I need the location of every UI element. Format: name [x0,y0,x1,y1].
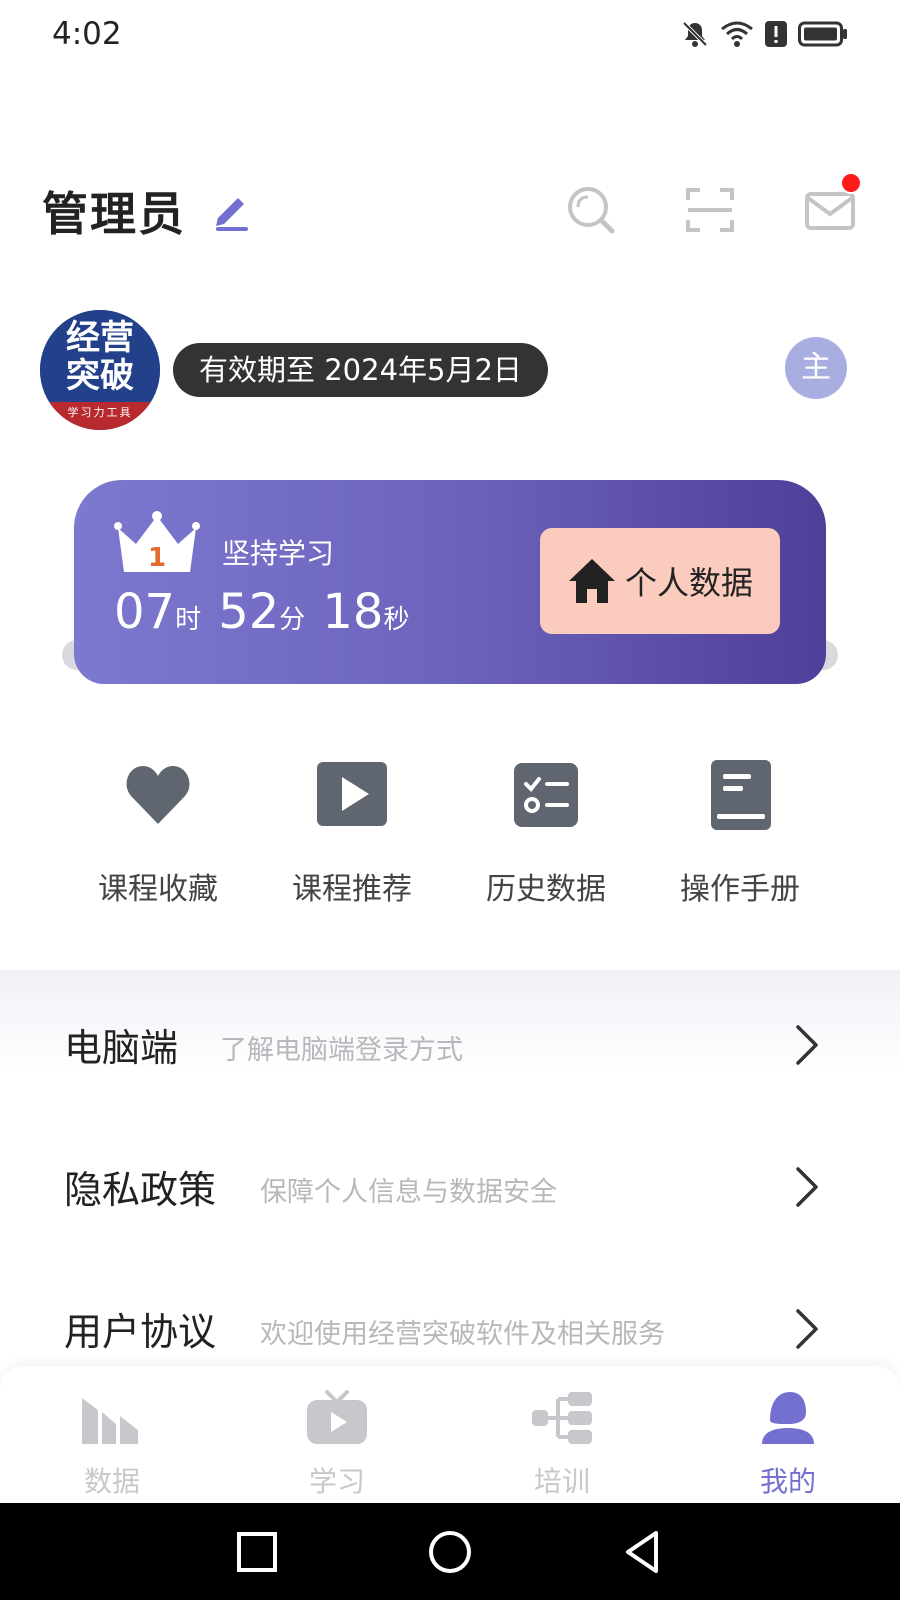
study-seconds: 18 [322,584,384,640]
tab-label: 学习 [308,1465,365,1498]
study-card: 1 坚持学习 07时 52分 18秒 个人数据 [74,480,826,684]
menu-item-title: 隐私政策 [64,1168,217,1212]
study-label: 坚持学习 [222,537,335,570]
tab-label: 我的 [759,1465,816,1498]
manual-icon [711,760,771,830]
menu-item-title: 电脑端 [64,1026,179,1070]
shortcut-label: 课程推荐 [292,872,412,907]
checklist-icon [514,763,578,827]
play-icon [317,762,387,826]
menu-item-title: 用户协议 [64,1310,217,1354]
person-icon [762,1392,814,1444]
profile-row: 经营 突破 学习力工具 有效期至 2024年5月2日 主 [0,305,900,435]
scan-icon[interactable] [684,184,736,236]
unread-badge [840,172,862,194]
hours-unit: 时 [175,605,202,635]
header: 管理员 [0,170,900,250]
personal-data-button[interactable]: 个人数据 [540,528,780,634]
home-icon [568,559,615,603]
chevron-right-icon [796,1167,818,1207]
battery-icon [798,21,847,47]
status-time: 4:02 [52,16,122,52]
shortcut-favorites[interactable]: 课程收藏 [68,760,248,908]
shortcut-recommend[interactable]: 课程推荐 [262,760,442,908]
tv-icon [307,1390,367,1444]
data-icon [82,1398,138,1444]
seconds-unit: 秒 [383,605,410,635]
shortcut-label: 课程收藏 [98,872,218,907]
avatar-tagline: 学习力工具 [40,402,160,430]
tab-label: 数据 [83,1465,140,1498]
tab-data[interactable]: 数据 [52,1390,172,1500]
shortcut-grid: 课程收藏 课程推荐 历史数据 操作手册 [0,760,900,910]
menu-item-subtitle: 欢迎使用经营突破软件及相关服务 [260,1319,665,1350]
menu-item-desktop[interactable]: 电脑端 了解电脑端登录方式 [0,995,900,1095]
menu-item-user-agreement[interactable]: 用户协议 欢迎使用经营突破软件及相关服务 [0,1279,900,1379]
status-bar: 4:02 [0,0,900,70]
system-nav-bar [0,1503,900,1600]
recent-apps-icon[interactable] [232,1527,282,1577]
chevron-right-icon [796,1309,818,1349]
edit-icon[interactable] [210,188,254,232]
tree-icon [532,1392,592,1444]
personal-data-label: 个人数据 [624,564,753,602]
bottom-tab-bar: 数据 学习 培训 我的 [0,1366,900,1503]
search-icon[interactable] [565,184,617,236]
tab-mine[interactable]: 我的 [728,1390,848,1500]
chevron-right-icon [796,1025,818,1065]
role-badge[interactable]: 主 [785,337,847,399]
shortcut-label: 历史数据 [486,872,606,907]
shortcut-history[interactable]: 历史数据 [456,760,636,908]
avatar-logo-line1: 经营 [66,318,134,358]
wifi-icon [721,21,753,47]
status-icons [680,16,848,52]
rank-number: 1 [148,543,166,573]
menu-item-subtitle: 了解电脑端登录方式 [220,1035,463,1066]
page-title: 管理员 [42,187,186,241]
tab-label: 培训 [533,1465,590,1498]
validity-badge: 有效期至 2024年5月2日 [173,343,548,397]
avatar-logo-line2: 突破 [66,356,134,396]
shortcut-manual[interactable]: 操作手册 [650,760,830,908]
study-duration: 07时 52分 18秒 [114,584,421,640]
alert-icon [765,21,787,47]
home-nav-icon[interactable] [425,1527,475,1577]
avatar[interactable]: 经营 突破 学习力工具 [40,310,160,430]
bell-muted-icon [682,21,708,47]
study-minutes: 52 [218,584,280,640]
tab-study[interactable]: 学习 [277,1390,397,1500]
heart-icon [126,766,190,824]
minutes-unit: 分 [279,605,306,635]
study-hours: 07 [114,584,176,640]
crown-icon: 1 [114,511,200,573]
menu-item-subtitle: 保障个人信息与数据安全 [260,1177,557,1208]
menu-item-privacy[interactable]: 隐私政策 保障个人信息与数据安全 [0,1137,900,1237]
shortcut-label: 操作手册 [680,872,800,907]
back-icon[interactable] [618,1527,668,1577]
tab-training[interactable]: 培训 [502,1390,622,1500]
